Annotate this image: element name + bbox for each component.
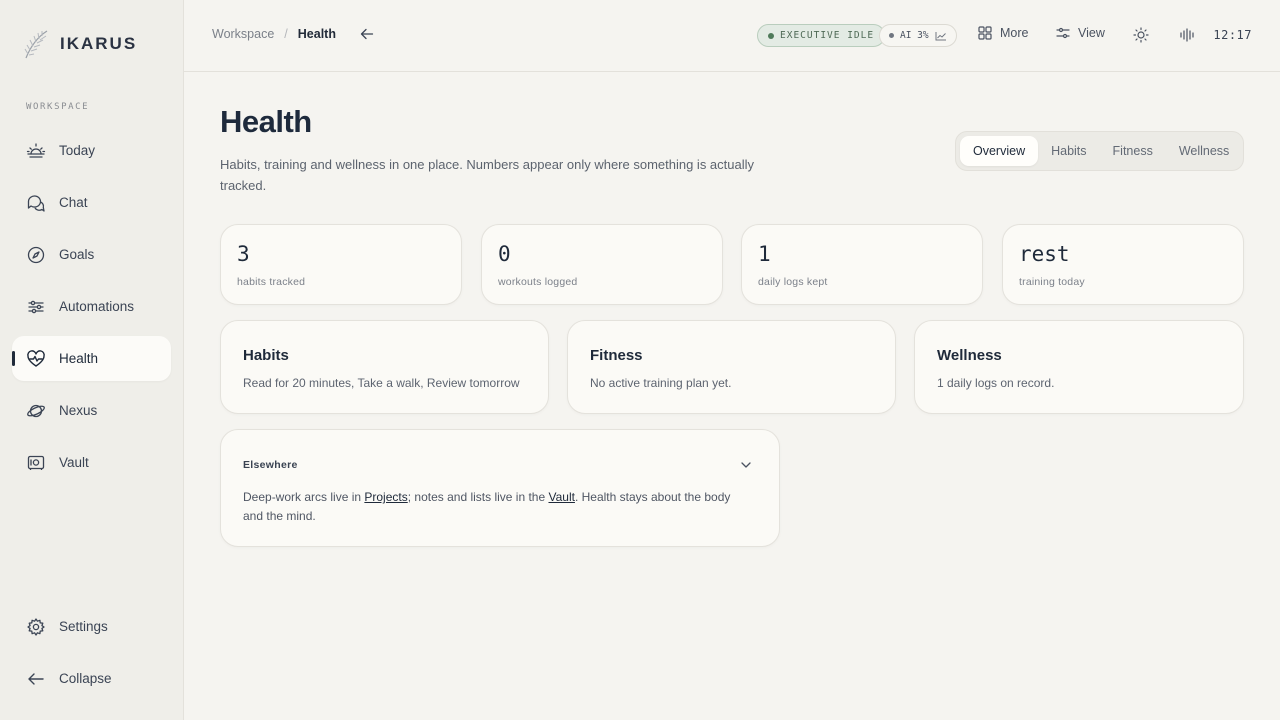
stat-value: 1	[758, 242, 771, 266]
ai-usage-badge[interactable]: AI 3%	[879, 24, 957, 47]
tab-fitness[interactable]: Fitness	[1100, 136, 1166, 166]
breadcrumb-workspace[interactable]: Workspace	[212, 27, 274, 41]
back-arrow-icon[interactable]	[360, 27, 374, 41]
ai-usage-label: AI 3%	[900, 30, 929, 41]
more-label: More	[1000, 26, 1029, 40]
card-title: Wellness	[937, 347, 1002, 364]
stat-label: training today	[1019, 276, 1085, 288]
sidebar-item-label: Health	[59, 351, 99, 366]
section-tabs: Overview Habits Fitness Wellness	[955, 131, 1244, 171]
page-subtitle: Habits, training and wellness in one pla…	[220, 157, 755, 193]
heart-pulse-icon	[27, 349, 45, 367]
sidebar: IKARUS WORKSPACE Today Chat Goals Automa…	[0, 0, 184, 720]
sidebar-item-label: Automations	[59, 299, 135, 314]
sidebar-item-automations[interactable]: Automations	[12, 284, 171, 329]
sidebar-item-goals[interactable]: Goals	[12, 232, 171, 277]
sidebar-section-label: WORKSPACE	[26, 102, 90, 112]
stat-card-workouts: 0 workouts logged	[481, 224, 723, 305]
clock: 12:17	[1213, 28, 1252, 42]
stat-label: daily logs kept	[758, 276, 828, 288]
sidebar-item-label: Vault	[59, 455, 89, 470]
sidebar-item-today[interactable]: Today	[12, 128, 171, 173]
settings-label: Settings	[59, 619, 108, 634]
elsewhere-text-part: ; notes and lists live in the	[407, 490, 549, 504]
chevron-down-icon[interactable]	[739, 458, 753, 472]
sidebar-item-label: Nexus	[59, 403, 98, 418]
voice-waveform-icon[interactable]	[1179, 27, 1195, 43]
elsewhere-text: Deep-work arcs live in Projects; notes a…	[243, 488, 753, 526]
compass-icon	[27, 246, 45, 263]
card-title: Fitness	[590, 347, 643, 364]
status-badge-label: EXECUTIVE IDLE	[780, 30, 875, 41]
adjust-sliders-icon	[1056, 27, 1070, 39]
planet-icon	[27, 404, 45, 417]
collapse-button[interactable]: Collapse	[12, 656, 171, 701]
card-text: No active training plan yet.	[590, 376, 732, 390]
top-bar: Workspace / Health EXECUTIVE IDLE AI 3% …	[184, 0, 1280, 72]
sidebar-item-vault[interactable]: Vault	[12, 440, 171, 485]
stat-value: rest	[1019, 242, 1070, 266]
tab-habits[interactable]: Habits	[1038, 136, 1099, 166]
breadcrumb: Workspace / Health	[212, 27, 374, 41]
sliders-icon	[28, 300, 44, 313]
fitness-card[interactable]: Fitness No active training plan yet.	[567, 320, 896, 414]
wellness-card[interactable]: Wellness 1 daily logs on record.	[914, 320, 1244, 414]
stat-card-training: rest training today	[1002, 224, 1244, 305]
stat-card-daily-logs: 1 daily logs kept	[741, 224, 983, 305]
card-text: 1 daily logs on record.	[937, 376, 1055, 390]
sidebar-item-nexus[interactable]: Nexus	[12, 388, 171, 433]
breadcrumb-current: Health	[297, 27, 336, 41]
gear-icon	[27, 617, 45, 636]
sidebar-item-health[interactable]: Health	[12, 336, 171, 381]
grid-icon	[978, 26, 992, 40]
sunrise-icon	[26, 142, 46, 158]
elsewhere-text-part: Deep-work arcs live in	[243, 490, 365, 504]
vault-link[interactable]: Vault	[548, 490, 574, 504]
habits-card[interactable]: Habits Read for 20 minutes, Take a walk,…	[220, 320, 549, 414]
brand-name: IKARUS	[60, 34, 138, 53]
settings-button[interactable]: Settings	[12, 604, 171, 649]
arrow-left-icon	[28, 672, 44, 685]
view-button[interactable]: View	[1056, 26, 1105, 40]
elsewhere-panel: Elsewhere Deep-work arcs live in Project…	[220, 429, 780, 547]
projects-link[interactable]: Projects	[364, 490, 407, 504]
elsewhere-title: Elsewhere	[243, 459, 298, 471]
trend-chart-icon	[935, 31, 946, 40]
stat-label: workouts logged	[498, 276, 578, 288]
collapse-label: Collapse	[59, 671, 112, 686]
stat-label: habits tracked	[237, 276, 306, 288]
ai-dot-icon	[889, 33, 894, 38]
sun-theme-icon[interactable]	[1133, 27, 1149, 43]
sidebar-item-label: Goals	[59, 247, 95, 262]
brand[interactable]: IKARUS	[22, 28, 137, 60]
safe-icon	[27, 455, 45, 470]
view-label: View	[1078, 26, 1105, 40]
sidebar-item-label: Today	[59, 143, 96, 158]
status-dot-icon	[768, 32, 774, 39]
stat-value: 3	[237, 242, 250, 266]
page-title: Health	[220, 104, 312, 139]
sidebar-item-label: Chat	[59, 195, 88, 210]
tab-overview[interactable]: Overview	[960, 136, 1039, 166]
more-button[interactable]: More	[978, 26, 1028, 40]
card-text: Read for 20 minutes, Take a walk, Review…	[243, 376, 520, 390]
breadcrumb-separator: /	[284, 27, 288, 41]
sidebar-item-chat[interactable]: Chat	[12, 180, 171, 225]
status-badge[interactable]: EXECUTIVE IDLE	[757, 24, 886, 47]
card-title: Habits	[243, 347, 289, 364]
chat-bubbles-icon	[27, 194, 45, 212]
stat-value: 0	[498, 242, 511, 266]
tab-wellness[interactable]: Wellness	[1166, 136, 1242, 166]
feather-logo-icon	[24, 30, 48, 59]
stat-card-habits: 3 habits tracked	[220, 224, 462, 305]
